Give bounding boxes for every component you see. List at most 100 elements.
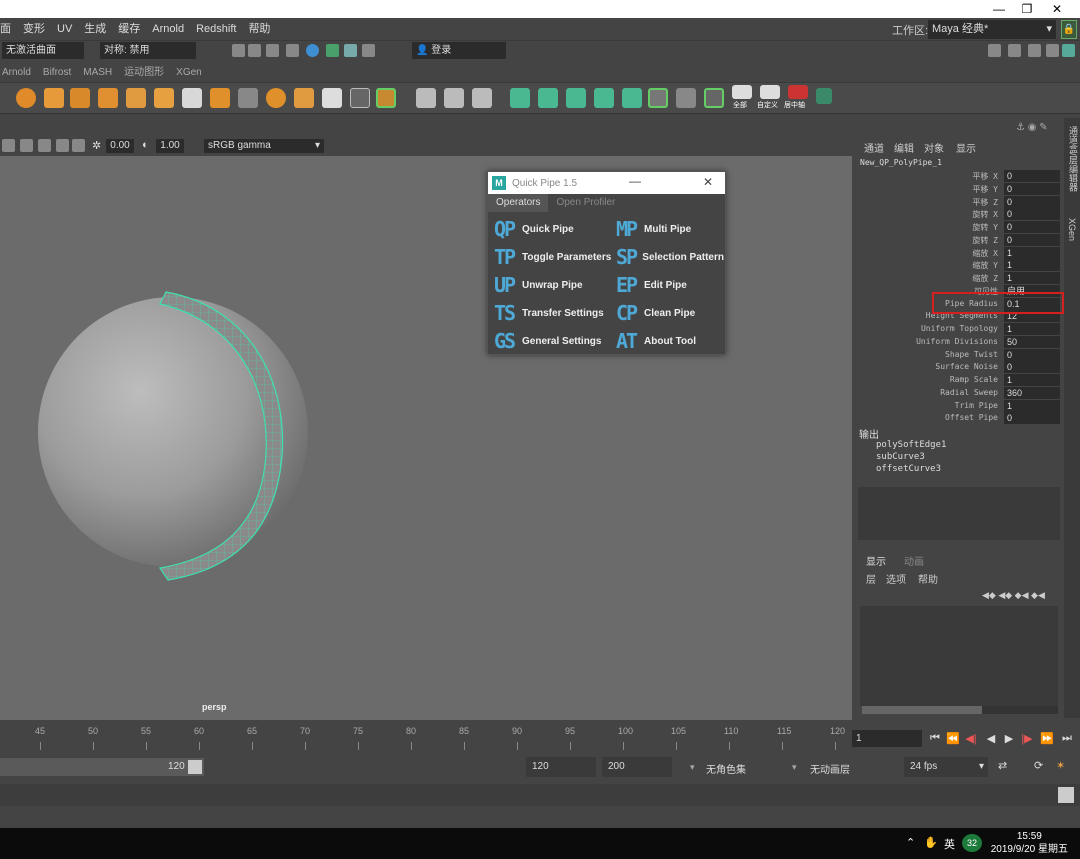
attribute-value[interactable]: 0: [1004, 221, 1060, 233]
shelf-tab-xgen[interactable]: XGen: [174, 64, 212, 82]
step-back-frame-icon[interactable]: ◀|: [964, 730, 978, 746]
attribute-value[interactable]: 1: [1004, 259, 1060, 272]
attribute-label[interactable]: Trim Pipe: [860, 401, 998, 410]
render-settings-icon[interactable]: [286, 44, 299, 57]
cross-icon[interactable]: [676, 88, 696, 108]
channel-box-tool-icons[interactable]: ⚓ ◉ ✎: [1016, 122, 1048, 133]
attribute-label[interactable]: 平移 Y: [860, 184, 998, 195]
smooth-icon[interactable]: [266, 88, 286, 108]
attribute-value[interactable]: 50: [1004, 335, 1060, 348]
shelf-tab-arnold[interactable]: Arnold: [0, 64, 41, 82]
grid-tool-icon[interactable]: [98, 88, 118, 108]
output-item[interactable]: subCurve3: [876, 452, 925, 462]
quick-pipe-button[interactable]: QP Quick Pipe: [494, 217, 574, 241]
attribute-value[interactable]: 0: [1004, 233, 1060, 246]
anim-prefs-icon[interactable]: ✶: [1056, 759, 1065, 772]
snap-icon[interactable]: [344, 44, 357, 57]
output-item[interactable]: polySoftEdge1: [876, 440, 946, 450]
exposure-field[interactable]: 0.00: [106, 139, 134, 153]
character-set-dropdown[interactable]: 无角色集: [706, 761, 746, 776]
mesh-display-icon-5[interactable]: [622, 88, 642, 108]
go-to-end-icon[interactable]: ⏭: [1060, 730, 1074, 746]
tab-operators[interactable]: Operators: [488, 194, 549, 212]
quad-draw-icon[interactable]: [472, 88, 492, 108]
attribute-label[interactable]: 平移 X: [860, 171, 998, 182]
attribute-label[interactable]: 旋转 X: [860, 209, 998, 220]
boolean-icon[interactable]: [294, 88, 314, 108]
mirror-icon[interactable]: [322, 88, 342, 108]
attribute-label[interactable]: Surface Noise: [860, 362, 998, 371]
attribute-value[interactable]: 0: [1004, 182, 1060, 195]
camera-attr-icon[interactable]: [2, 139, 15, 152]
custom-icon[interactable]: [760, 85, 780, 99]
separate-icon[interactable]: [238, 88, 258, 108]
modeling-toolkit-icon[interactable]: [988, 44, 1001, 57]
step-forward-frame-icon[interactable]: |▶: [1020, 730, 1034, 746]
layer-menu-help[interactable]: 帮助: [918, 571, 938, 586]
render-view-icon[interactable]: [326, 44, 339, 57]
shelf-tab-motion-graphics[interactable]: 运动图形: [122, 64, 174, 82]
extrude-icon[interactable]: [126, 88, 146, 108]
tab-animation[interactable]: 动画: [904, 553, 924, 568]
clock[interactable]: 15:59 2019/9/20 星期五: [991, 830, 1068, 856]
scrollbar-thumb[interactable]: [862, 706, 982, 714]
range-slider[interactable]: 120: [0, 758, 204, 776]
attribute-value[interactable]: 0: [1004, 170, 1060, 182]
menu-cache[interactable]: 缓存: [112, 18, 146, 40]
bridge-icon[interactable]: [182, 88, 202, 108]
anim-layer-dropdown[interactable]: 无动画层: [810, 761, 850, 776]
attribute-label[interactable]: 旋转 Y: [860, 222, 998, 233]
fps-dropdown[interactable]: 24 fps ▾: [904, 757, 988, 777]
time-slider[interactable]: 45 50 55 60 65 70 75 80 85 90 95 100 105 110 115 120: [0, 722, 850, 752]
human-ik-icon[interactable]: [1008, 44, 1021, 57]
menu-redshift[interactable]: Redshift: [190, 18, 242, 40]
attribute-value[interactable]: 1: [1004, 246, 1060, 259]
minimize-icon[interactable]: —: [629, 174, 641, 188]
tool-settings-icon[interactable]: [1046, 44, 1059, 57]
selection-pattern-button[interactable]: SP Selection Pattern: [616, 245, 724, 269]
workspace-dropdown[interactable]: Maya 经典* ▾: [928, 20, 1056, 39]
toggle-parameters-button[interactable]: TP Toggle Parameters: [494, 245, 611, 269]
attribute-value[interactable]: 1: [1004, 399, 1060, 412]
multi-cut-icon[interactable]: [416, 88, 436, 108]
sphere-tool-icon[interactable]: [16, 88, 36, 108]
shelf-tab-bifrost[interactable]: Bifrost: [41, 64, 81, 82]
cylinder-tool-icon[interactable]: [70, 88, 90, 108]
uv-editor-icon[interactable]: [350, 88, 370, 108]
close-icon[interactable]: ✕: [703, 175, 713, 189]
mesh-display-icon-4[interactable]: [594, 88, 614, 108]
layer-menu-layers[interactable]: 层: [866, 571, 876, 586]
menu-uv[interactable]: UV: [51, 18, 78, 40]
insert-edge-loop-icon[interactable]: [444, 88, 464, 108]
cube-tool-icon[interactable]: [44, 88, 64, 108]
attribute-value[interactable]: 360: [1004, 386, 1060, 399]
channel-box-icon[interactable]: [1062, 44, 1075, 57]
attribute-label[interactable]: Shape Twist: [860, 350, 998, 359]
attribute-value[interactable]: 1: [1004, 374, 1060, 386]
attribute-label[interactable]: 平移 Z: [860, 197, 998, 208]
loop-icon[interactable]: ⇄: [998, 759, 1007, 772]
menu-generate[interactable]: 生成: [78, 18, 112, 40]
attribute-label[interactable]: Uniform Topology: [860, 324, 998, 333]
center-pivot-icon[interactable]: [788, 85, 808, 99]
play-backward-icon[interactable]: ◀: [984, 730, 998, 746]
image-plane-icon[interactable]: [38, 139, 51, 152]
step-forward-key-icon[interactable]: ⏩: [1040, 730, 1054, 746]
tab-open-profiler[interactable]: Open Profiler: [548, 194, 623, 212]
film-gate-icon[interactable]: [72, 139, 85, 152]
symmetry-dropdown[interactable]: 对称: 禁用: [100, 42, 196, 59]
cb-menu-object[interactable]: 对象: [924, 140, 944, 155]
shelf-tab-mash[interactable]: MASH: [81, 64, 122, 82]
pause-icon[interactable]: [362, 44, 375, 57]
grid-icon[interactable]: [56, 139, 69, 152]
attribute-label[interactable]: Ramp Scale: [860, 375, 998, 384]
ime-indicator[interactable]: 英: [944, 836, 955, 852]
attribute-label[interactable]: 缩放 Z: [860, 273, 998, 284]
cb-menu-show[interactable]: 显示: [956, 140, 976, 155]
edit-pipe-button[interactable]: EP Edit Pipe: [616, 273, 687, 297]
about-tool-button[interactable]: AT About Tool: [616, 329, 696, 353]
attribute-value[interactable]: 0: [1004, 208, 1060, 221]
all-icon[interactable]: [732, 85, 752, 99]
unwrap-pipe-button[interactable]: UP Unwrap Pipe: [494, 273, 583, 297]
go-to-start-icon[interactable]: ⏮: [928, 730, 942, 746]
